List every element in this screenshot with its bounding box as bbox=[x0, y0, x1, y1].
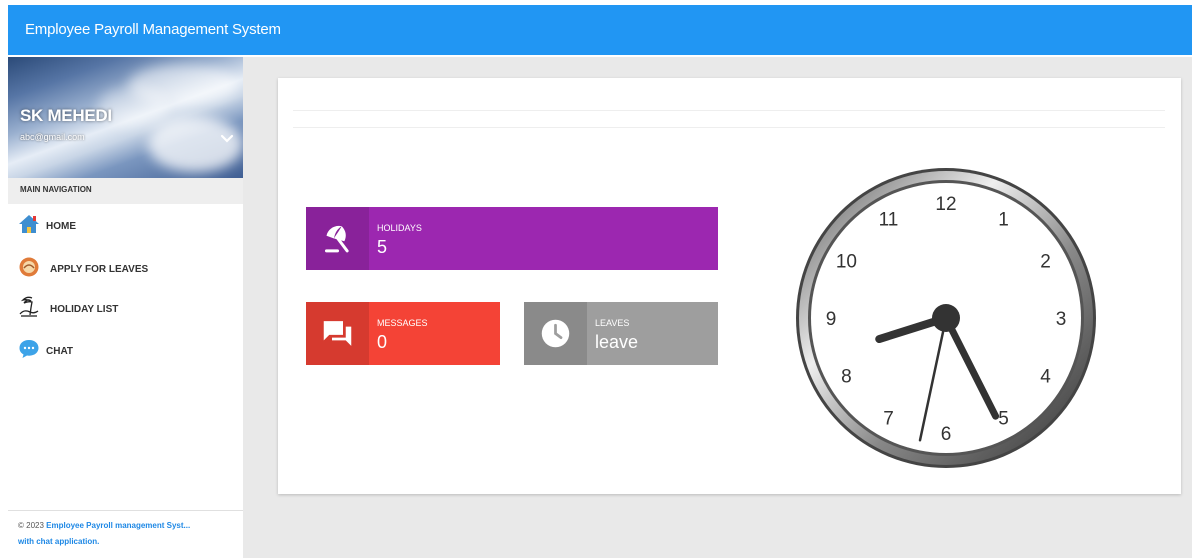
clock-numeral: 10 bbox=[836, 252, 857, 273]
copyright-text: © 2023 bbox=[18, 521, 44, 530]
holidays-info-box[interactable]: HOLIDAYS 5 bbox=[306, 207, 718, 270]
clock-numeral: 7 bbox=[883, 409, 894, 430]
messages-count: 0 bbox=[377, 332, 388, 352]
leaves-info-box[interactable]: LEAVES leave bbox=[524, 302, 718, 365]
user-email: abc@gmail.com bbox=[20, 132, 85, 142]
messages-title: MESSAGES bbox=[377, 318, 428, 328]
divider bbox=[293, 127, 1165, 128]
messages-info-box[interactable]: MESSAGES 0 bbox=[306, 302, 500, 365]
user-name: SK MEHEDI bbox=[20, 106, 112, 125]
sidebar: SK MEHEDI abc@gmail.com MAIN NAVIGATION … bbox=[8, 57, 243, 558]
chevron-down-icon[interactable] bbox=[219, 130, 235, 146]
umbrella-icon bbox=[324, 225, 349, 253]
user-info-panel: SK MEHEDI abc@gmail.com bbox=[8, 57, 243, 178]
holidays-count: 5 bbox=[377, 237, 388, 257]
leaves-icon bbox=[19, 257, 39, 277]
clock-numeral: 4 bbox=[1040, 367, 1051, 388]
clock-numeral: 5 bbox=[998, 409, 1009, 430]
clock-icon bbox=[541, 319, 570, 348]
clock-numeral: 3 bbox=[1056, 309, 1067, 330]
footer-link[interactable]: Employee Payroll management Syst... bbox=[46, 521, 190, 530]
sidebar-item-label: HOME bbox=[46, 221, 76, 232]
clock-numeral: 11 bbox=[879, 209, 899, 230]
divider bbox=[293, 110, 1165, 111]
top-navbar: Employee Payroll Management System bbox=[8, 5, 1192, 55]
sidebar-item-home[interactable]: HOME bbox=[8, 210, 243, 246]
holiday-icon bbox=[19, 296, 39, 317]
forum-icon bbox=[323, 321, 352, 346]
leaves-value: leave bbox=[595, 332, 639, 352]
leaves-title: LEAVES bbox=[595, 318, 630, 328]
home-icon bbox=[19, 215, 39, 233]
footer-link-line2[interactable]: with chat application. bbox=[18, 537, 99, 546]
analog-clock: 121234567891011 bbox=[796, 168, 1096, 468]
sidebar-item-apply-for-leaves[interactable]: APPLY FOR LEAVES bbox=[8, 252, 243, 288]
sidebar-item-chat[interactable]: CHAT bbox=[8, 334, 243, 370]
clock-numeral: 12 bbox=[935, 194, 956, 215]
holidays-title: HOLIDAYS bbox=[377, 223, 422, 233]
clock-numeral: 8 bbox=[841, 367, 852, 388]
clock-numeral: 9 bbox=[826, 309, 837, 330]
clock-center bbox=[932, 304, 960, 332]
sidebar-item-label: CHAT bbox=[46, 346, 74, 357]
sidebar-item-label: HOLIDAY LIST bbox=[50, 304, 119, 315]
chat-icon bbox=[19, 340, 39, 358]
sidebar-footer: © 2023 Employee Payroll management Syst.… bbox=[8, 510, 243, 558]
nav-header: MAIN NAVIGATION bbox=[8, 178, 243, 204]
clock-numeral: 6 bbox=[941, 424, 952, 445]
sidebar-item-label: APPLY FOR LEAVES bbox=[50, 264, 149, 275]
sidebar-item-holiday-list[interactable]: HOLIDAY LIST bbox=[8, 293, 243, 329]
clock-numeral: 2 bbox=[1040, 252, 1051, 273]
app-title[interactable]: Employee Payroll Management System bbox=[25, 21, 281, 38]
clock-numeral: 1 bbox=[998, 209, 1009, 230]
